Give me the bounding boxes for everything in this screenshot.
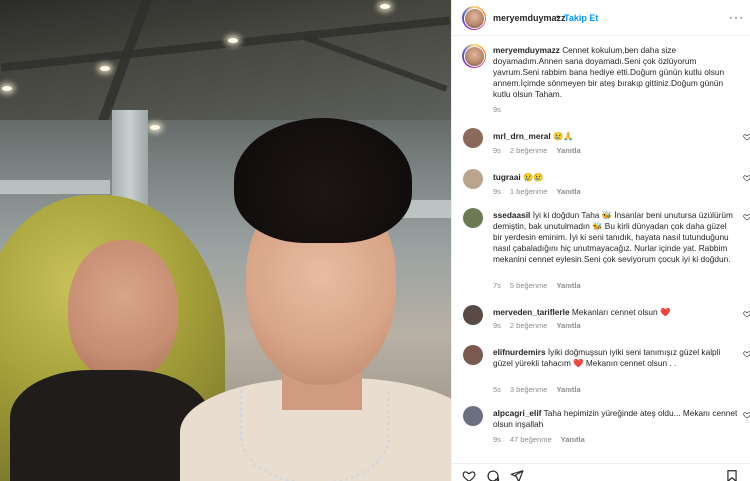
caption-text: meryemduymazz Cennet kokulum,ben daha si… [493, 45, 738, 100]
save-bookmark-icon[interactable] [725, 469, 739, 481]
caption-author-avatar[interactable] [462, 44, 486, 68]
more-options-icon[interactable]: ··· [729, 10, 744, 24]
follow-separator: • [556, 12, 560, 22]
comment-avatar[interactable] [463, 406, 483, 426]
photo-light [100, 66, 110, 71]
comment-username[interactable]: tugraai [493, 172, 521, 182]
comment-like-heart-icon[interactable] [743, 174, 750, 182]
comment-reply-button[interactable]: Yanıtla [556, 281, 580, 290]
photo-light [228, 38, 238, 43]
comment-like-heart-icon[interactable] [743, 411, 750, 419]
comment-likes[interactable]: 47 beğenme [510, 435, 552, 444]
comment-avatar[interactable] [463, 208, 483, 228]
comment-text: ssedaasil İyi ki doğdun Taha 🐝 İnsanlar … [493, 210, 738, 265]
comment-text: mrl_drn_meral 😢🙏 [493, 131, 738, 142]
comment-time[interactable]: 9s [493, 321, 501, 330]
comment-meta: 9s 2 beğenme Yanıtla [493, 146, 590, 155]
comment-likes[interactable]: 2 beğenme [510, 146, 548, 155]
comment-meta: 9s 1 beğenme Yanıtla [493, 187, 590, 196]
share-send-icon[interactable] [510, 469, 524, 481]
comment-time[interactable]: 7s [493, 281, 501, 290]
author-avatar[interactable] [462, 6, 486, 30]
photo-shelf [0, 180, 110, 194]
comment-reply-button[interactable]: Yanıtla [561, 435, 585, 444]
comment-time[interactable]: 9s [493, 146, 501, 155]
comment-reply-button[interactable]: Yanıtla [556, 187, 580, 196]
comment-text: elifnurdemirs İyiki doğmuşsun iyiki seni… [493, 347, 738, 369]
comment-bubble-icon[interactable] [486, 469, 500, 481]
comment-time[interactable]: 9s [493, 435, 501, 444]
comment-time[interactable]: 5s [493, 385, 501, 394]
author-username[interactable]: meryemduymazz [493, 13, 566, 23]
comment-meta: 5s 3 beğenme Yanıtla [493, 385, 590, 394]
comment-likes[interactable]: 5 beğenme [510, 281, 548, 290]
comment-username[interactable]: merveden_tariflerle [493, 307, 570, 317]
comment-meta: 7s 5 beğenme Yanıtla [493, 281, 590, 290]
photo-chain [240, 390, 390, 481]
comment-likes[interactable]: 2 beğenme [510, 321, 548, 330]
comment-likes[interactable]: 3 beğenme [510, 385, 548, 394]
comment-like-heart-icon[interactable] [743, 133, 750, 141]
comment-time[interactable]: 9s [493, 187, 501, 196]
photo-man-hair [234, 118, 412, 243]
photo-light [380, 4, 390, 9]
comment-body: 😢🙏 [552, 131, 574, 141]
photo-light [150, 125, 160, 130]
comment-text: merveden_tariflerle Mekanları cennet ols… [493, 307, 738, 318]
comment-like-heart-icon[interactable] [743, 350, 750, 358]
comment-username[interactable]: ssedaasil [493, 210, 530, 220]
caption-time[interactable]: 9s [493, 105, 501, 114]
comment-meta: 9s 2 beğenme Yanıtla [493, 321, 590, 330]
comment-likes[interactable]: 1 beğenme [510, 187, 548, 196]
post-sidebar: meryemduymazz • Takip Et meryemduymazz C… [451, 0, 750, 481]
photo-woman-face [68, 240, 178, 380]
comment-avatar[interactable] [463, 305, 483, 325]
comment-text: tugraai 😢😢 [493, 172, 738, 183]
comment-username[interactable]: mrl_drn_meral [493, 131, 551, 141]
post-viewer: meryemduymazz • Takip Et meryemduymazz C… [0, 0, 750, 481]
caption-username[interactable]: meryemduymazz [493, 45, 560, 55]
comment-avatar[interactable] [463, 128, 483, 148]
post-action-bar [452, 463, 750, 481]
comment-reply-button[interactable]: Yanıtla [556, 385, 580, 394]
comment-text: alpcagri_elif Taha hepimizin yüreğinde a… [493, 408, 738, 430]
comment-avatar[interactable] [463, 169, 483, 189]
comment-username[interactable]: elifnurdemirs [493, 347, 546, 357]
post-header: meryemduymazz • Takip Et [452, 0, 750, 36]
comment-username[interactable]: alpcagri_elif [493, 408, 541, 418]
photo-light [2, 86, 12, 91]
comment-like-heart-icon[interactable] [743, 310, 750, 318]
comment-avatar[interactable] [463, 345, 483, 365]
comment-reply-button[interactable]: Yanıtla [556, 146, 580, 155]
follow-button[interactable]: Takip Et [564, 13, 598, 23]
like-heart-icon[interactable] [462, 469, 476, 481]
comment-reply-button[interactable]: Yanıtla [556, 321, 580, 330]
comment-like-heart-icon[interactable] [743, 213, 750, 221]
post-photo[interactable] [0, 0, 451, 481]
comment-body: 😢😢 [522, 172, 544, 182]
comment-meta: 9s 47 beğenme Yanıtla [493, 435, 594, 444]
comment-body: Mekanları cennet olsun ❤️ [571, 307, 671, 317]
